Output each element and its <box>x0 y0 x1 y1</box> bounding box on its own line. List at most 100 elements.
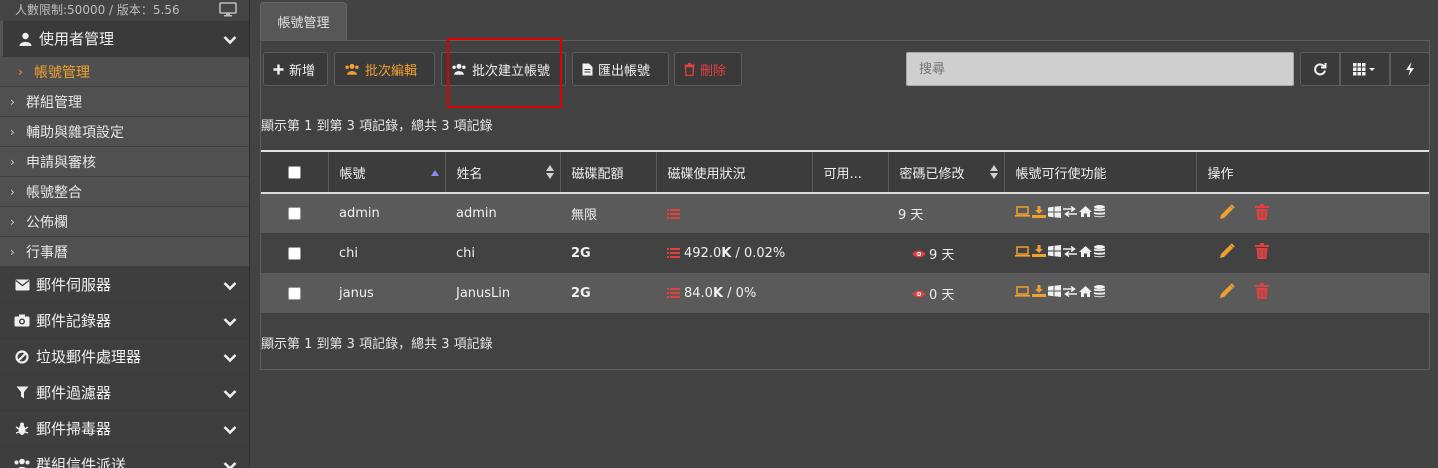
sidebar-item-label: 帳號整合 <box>26 184 82 201</box>
sidebar-item-group-management[interactable]: › 群組管理 <box>0 87 249 117</box>
column-header-name[interactable]: 姓名 <box>444 150 560 194</box>
select-all-checkbox[interactable] <box>287 165 301 179</box>
row-checkbox[interactable] <box>288 286 301 300</box>
users-icon <box>12 458 32 468</box>
laptop-icon <box>1015 285 1030 301</box>
sidebar-section-user-management[interactable]: 使用者管理 <box>0 21 249 57</box>
column-header-account[interactable]: 帳號 <box>327 150 445 194</box>
search-input[interactable] <box>906 52 1294 86</box>
sidebar-section-label: 郵件過濾器 <box>36 384 112 402</box>
usage-unit: K <box>712 285 724 301</box>
password-changed-cell: 0 天 <box>888 273 1004 313</box>
table-row: chi chi 2G 492.0K / 0.02% 9 天 <box>261 233 1429 273</box>
chevron-down-icon <box>223 313 237 331</box>
name-cell: JanusLin <box>445 273 560 313</box>
row-select-cell <box>261 193 328 233</box>
column-header-quota[interactable]: 磁碟配額 <box>559 150 656 194</box>
users-icon <box>345 63 359 75</box>
export-accounts-button[interactable]: 匯出帳號 <box>572 52 669 86</box>
main-content: 帳號管理 新增 批次編輯 批次建立帳號 匯出帳號 刪除 搜尋 顯示第 1 到第 … <box>250 0 1438 468</box>
edit-pencil-icon[interactable] <box>1219 283 1235 303</box>
column-label: 可用... <box>823 166 862 182</box>
features-cell <box>1004 273 1196 313</box>
trash-icon[interactable] <box>1255 243 1269 263</box>
sidebar-section-mail-server[interactable]: 郵件伺服器 <box>0 267 249 303</box>
envelope-icon <box>12 279 32 291</box>
actions-cell <box>1196 193 1429 233</box>
sidebar-item-calendar[interactable]: › 行事曆 <box>0 237 249 267</box>
sidebar-item-bulletin[interactable]: › 公佈欄 <box>0 207 249 237</box>
sidebar-section-label: 垃圾郵件處理器 <box>36 348 142 366</box>
quota-cell: 2G <box>560 233 656 273</box>
row-checkbox[interactable] <box>288 207 301 220</box>
sidebar-item-misc-settings[interactable]: › 輔助與雜項設定 <box>0 117 249 147</box>
highlight-box <box>447 38 562 108</box>
bug-icon <box>12 422 32 436</box>
features-cell <box>1004 233 1196 273</box>
column-header-available[interactable]: 可用... <box>811 150 888 194</box>
eye-icon[interactable] <box>912 248 926 263</box>
chevron-right-icon: › <box>18 64 23 79</box>
edit-pencil-icon[interactable] <box>1219 243 1235 263</box>
chevron-down-icon <box>223 31 237 49</box>
windows-icon <box>1048 205 1061 222</box>
chevron-right-icon: › <box>10 184 15 199</box>
usage-percent: / 0.02% <box>731 245 786 261</box>
add-button[interactable]: 新增 <box>263 52 328 86</box>
sidebar-section-mail-recorder[interactable]: 郵件記錄器 <box>0 303 249 339</box>
column-header-features[interactable]: 帳號可行使功能 <box>1003 150 1196 194</box>
sidebar-item-label: 群組管理 <box>26 94 82 111</box>
edit-pencil-icon[interactable] <box>1219 203 1235 224</box>
tab-label: 帳號管理 <box>277 16 330 31</box>
sidebar-section-virus-scanner[interactable]: 郵件掃毒器 <box>0 411 249 447</box>
column-label: 密碼已修改 <box>899 166 965 182</box>
usage-percent: / 0% <box>723 285 757 301</box>
sidebar-item-apply-review[interactable]: › 申請與審核 <box>0 147 249 177</box>
tab-account-management[interactable]: 帳號管理 <box>260 2 347 40</box>
laptop-icon <box>1015 245 1030 261</box>
column-label: 帳號 <box>339 166 366 182</box>
windows-icon <box>1048 285 1061 301</box>
sort-both-icon <box>545 165 554 183</box>
row-select-cell <box>261 273 328 313</box>
database-icon <box>1094 284 1105 302</box>
column-header-usage[interactable]: 磁碟使用狀況 <box>655 150 812 194</box>
column-header-pwd-changed[interactable]: 密碼已修改 <box>887 150 1004 194</box>
table-header-row: 帳號 姓名 磁碟配額 磁碟使用狀況 可用... 密碼已修改 帳號可行使功能 操作 <box>261 150 1429 194</box>
column-label: 姓名 <box>456 166 483 182</box>
name-cell: chi <box>445 233 560 273</box>
sidebar-item-label: 申請與審核 <box>26 154 96 171</box>
name-cell: admin <box>445 193 560 233</box>
sidebar-item-account-management[interactable]: › 帳號管理 <box>0 57 249 87</box>
usage-value: 84.0 <box>684 285 713 301</box>
batch-edit-button[interactable]: 批次編輯 <box>334 52 435 86</box>
sidebar-section-mail-filter[interactable]: 郵件過濾器 <box>0 375 249 411</box>
records-info-bottom: 顯示第 1 到第 3 項記錄，總共 3 項記錄 <box>261 337 493 352</box>
password-changed-value: 9 天 <box>898 208 924 223</box>
usage-list-icon <box>667 208 680 219</box>
chevron-down-icon <box>223 349 237 367</box>
delete-button[interactable]: 刪除 <box>674 52 742 86</box>
chevron-down-icon <box>223 277 237 295</box>
eye-icon[interactable] <box>912 288 926 303</box>
password-changed-value: 0 天 <box>929 287 955 303</box>
sort-both-icon <box>989 165 998 183</box>
download-icon <box>1032 245 1046 261</box>
columns-button[interactable] <box>1340 52 1390 86</box>
bolt-icon <box>1406 62 1414 76</box>
chevron-down-icon <box>223 457 237 468</box>
password-changed-value: 9 天 <box>929 247 955 263</box>
usage-cell: 84.0K / 0% <box>656 273 812 313</box>
sidebar: 人數限制:50000 / 版本：5.56 使用者管理 › 帳號管理 › 群組管理… <box>0 0 250 468</box>
row-checkbox[interactable] <box>288 246 301 260</box>
filter-icon <box>12 386 32 399</box>
usage-cell <box>656 193 812 233</box>
sidebar-section-spam-handler[interactable]: 垃圾郵件處理器 <box>0 339 249 375</box>
trash-icon[interactable] <box>1255 283 1269 303</box>
refresh-button[interactable] <box>1300 52 1340 86</box>
sidebar-item-account-integration[interactable]: › 帳號整合 <box>0 177 249 207</box>
sidebar-section-group-mail[interactable]: 群組信件派送 <box>0 447 249 468</box>
trash-icon[interactable] <box>1255 203 1269 224</box>
quick-action-button[interactable] <box>1390 52 1430 86</box>
exchange-icon <box>1063 285 1077 301</box>
